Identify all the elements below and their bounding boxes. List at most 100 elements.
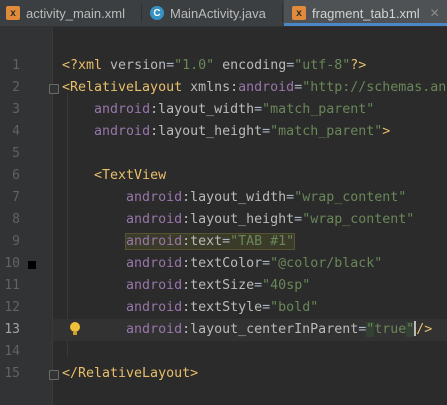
equals: = (254, 102, 263, 117)
tab-activity-main-xml[interactable]: x activity_main.xml (6, 0, 140, 26)
line-number: 15 (4, 366, 20, 381)
attr-value: "TAB #1" (230, 234, 295, 249)
namespace: android (126, 234, 183, 249)
attr-value: "@color/black" (270, 256, 383, 271)
close-icon[interactable]: ✕ (430, 6, 440, 20)
tab-label: MainActivity.java (170, 5, 266, 21)
line-number: 3 (12, 102, 20, 117)
line-number: 14 (4, 344, 20, 359)
tab-separator (141, 4, 142, 22)
xml-file-icon: x (292, 6, 306, 20)
line-number: 1 (12, 58, 20, 73)
tag-close: </RelativeLayout> (62, 366, 199, 381)
equals: = (262, 256, 271, 271)
attr-name: :text (182, 234, 223, 249)
line-number: 5 (12, 146, 20, 161)
lightbulb-intention-icon[interactable] (69, 322, 81, 336)
tab-main-activity-java[interactable]: C MainActivity.java (150, 0, 276, 26)
equals: = (222, 234, 231, 249)
code-line-3[interactable]: android:layout_width="match_parent" (53, 99, 447, 121)
highlighted-attribute: android:text="TAB #1" (125, 233, 296, 250)
attr-value: "match_parent" (262, 102, 375, 117)
equals: = (262, 124, 271, 139)
code-line-10[interactable]: android:textColor="@color/black" (53, 253, 447, 275)
code-line-13-current[interactable]: android:layout_centerInParent="true"/> (53, 319, 447, 341)
namespace: android (126, 300, 183, 315)
equals: = (294, 80, 303, 95)
attr-value: "bold" (270, 300, 319, 315)
attr-value: "utf-8" (294, 58, 351, 73)
equals: = (294, 212, 303, 227)
code-line-7[interactable]: android:layout_width="wrap_content" (53, 187, 447, 209)
color-swatch-icon[interactable] (28, 261, 36, 269)
line-number: 7 (12, 190, 20, 205)
attr-name: :layout_width (182, 190, 287, 205)
tag-open: <RelativeLayout (62, 80, 191, 95)
attr-name: :layout_height (150, 124, 263, 139)
code-line-15[interactable]: </RelativeLayout> (53, 363, 447, 385)
attr-name: xmlns: (190, 80, 239, 95)
namespace: android (94, 102, 151, 117)
code-line-9[interactable]: android:text="TAB #1" (53, 231, 447, 253)
namespace: android (126, 322, 183, 337)
attr-value: "wrap_content" (302, 212, 415, 227)
code-line-14[interactable] (53, 341, 447, 363)
line-number: 10 (4, 256, 20, 271)
equals: = (254, 278, 263, 293)
line-number: 11 (4, 278, 20, 293)
attr-value: true (374, 322, 407, 337)
editor-gutter[interactable]: 1 2 3 4 5 6 7 8 9 10 11 12 13 14 15 (0, 27, 59, 405)
equals: = (286, 190, 295, 205)
namespace: android (126, 278, 183, 293)
equals: = (262, 300, 271, 315)
attr-name: :layout_centerInParent (182, 322, 359, 337)
namespace: android (94, 124, 151, 139)
namespace: android (126, 256, 183, 271)
attr-name: :textSize (182, 278, 255, 293)
line-number: 9 (12, 234, 20, 249)
attr-name: :textStyle (182, 300, 263, 315)
attr-name: version (110, 58, 167, 73)
editor-tab-bar: x activity_main.xml C MainActivity.java … (0, 0, 447, 27)
namespace: android (126, 212, 183, 227)
code-line-5[interactable] (53, 143, 447, 165)
tab-fragment-tab1-xml[interactable]: x fragment_tab1.xml ✕ (284, 0, 447, 26)
namespace: android (126, 190, 183, 205)
line-number: 8 (12, 212, 20, 227)
code-line-6[interactable]: <TextView (53, 165, 447, 187)
tag-open: <TextView (94, 168, 167, 183)
xml-prolog: <?xml (62, 58, 111, 73)
code-line-8[interactable]: android:layout_height="wrap_content" (53, 209, 447, 231)
namespace: android (238, 80, 295, 95)
attr-value: "http://schemas.android.com/apk/res/andr… (302, 80, 447, 95)
tab-label: fragment_tab1.xml (312, 5, 420, 21)
line-number: 12 (4, 300, 20, 315)
attr-value: "match_parent" (270, 124, 383, 139)
code-line-4[interactable]: android:layout_height="match_parent"> (53, 121, 447, 143)
attr-value: "wrap_content" (294, 190, 407, 205)
xml-prolog-end: ?> (350, 58, 367, 73)
code-line-12[interactable]: android:textStyle="bold" (53, 297, 447, 319)
line-number: 2 (12, 80, 20, 95)
quote-close: " (406, 322, 415, 337)
code-line-11[interactable]: android:textSize="40sp" (53, 275, 447, 297)
tab-label: activity_main.xml (26, 5, 125, 21)
attr-value: "40sp" (262, 278, 311, 293)
equals: = (166, 58, 175, 73)
line-number: 6 (12, 168, 20, 183)
line-number: 4 (12, 124, 20, 139)
attr-name: encoding (222, 58, 287, 73)
code-editor[interactable]: <?xml version="1.0" encoding="utf-8"?> <… (53, 27, 447, 405)
attr-name: :layout_width (150, 102, 255, 117)
xml-file-icon: x (6, 6, 20, 20)
java-class-icon: C (150, 6, 164, 20)
tag-self-close: /> (416, 322, 433, 337)
tag-close: > (382, 124, 391, 139)
code-line-1[interactable]: <?xml version="1.0" encoding="utf-8"?> (53, 55, 447, 77)
code-line-2[interactable]: <RelativeLayout xmlns:android="http://sc… (53, 77, 447, 99)
tab-separator (282, 4, 283, 22)
attr-value: "1.0" (174, 58, 215, 73)
line-number-current: 13 (4, 322, 20, 337)
attr-name: :layout_height (182, 212, 295, 227)
